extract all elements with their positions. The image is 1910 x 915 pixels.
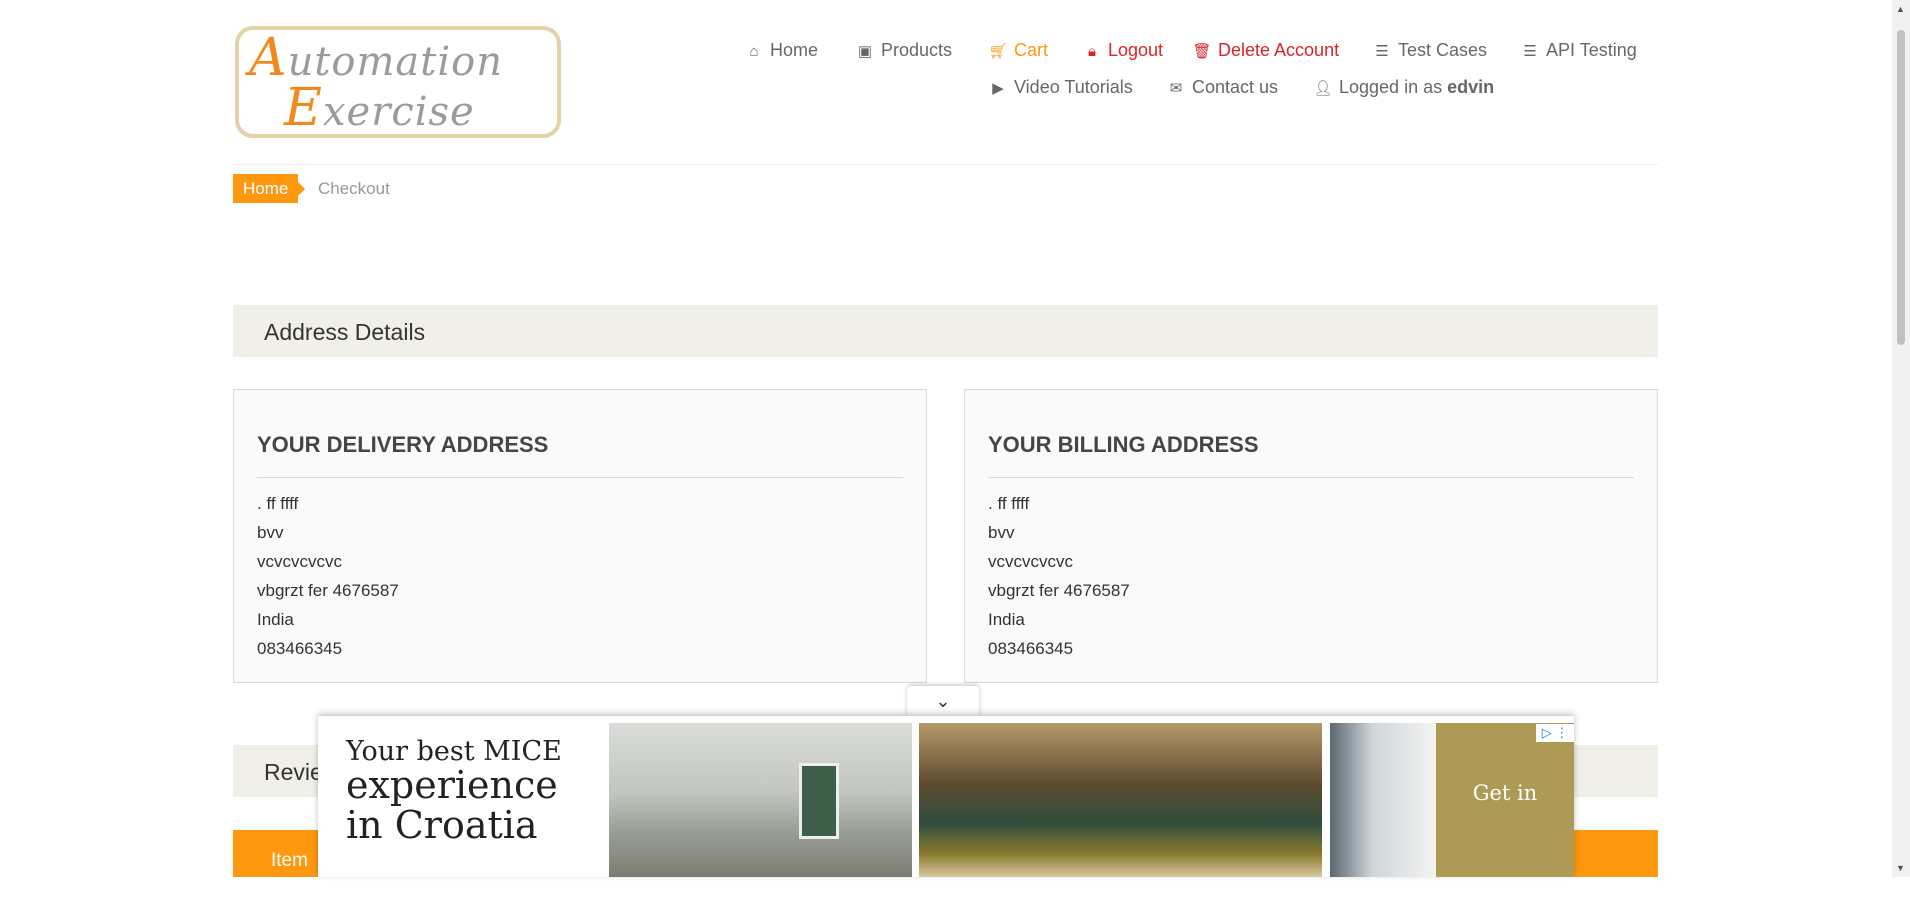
page-scrollbar[interactable]: ▲ ▼ xyxy=(1892,0,1910,877)
address-line: vbgrzt fer 4676587 xyxy=(257,581,399,600)
ad-photo-restaurant xyxy=(919,723,1322,877)
home-icon: ⌂ xyxy=(749,43,759,60)
ad-collapse-button[interactable]: ⌄ xyxy=(907,686,979,716)
divider xyxy=(257,477,903,478)
lock-icon: 🔒︎ xyxy=(1088,43,1096,60)
ad-headline: Your best MICE experience in Croatia xyxy=(346,736,562,848)
address-line: vcvcvcvcvc xyxy=(257,552,342,571)
briefcase-icon: ▣ xyxy=(857,43,873,60)
chevron-down-icon: ⌄ xyxy=(935,691,951,711)
nav-api-testing[interactable]: ☰ API Testing xyxy=(1520,40,1636,61)
delivery-address-title: YOUR DELIVERY ADDRESS xyxy=(257,432,549,457)
column-header-item: Item xyxy=(271,850,308,871)
divider xyxy=(988,477,1634,478)
delivery-address-lines: . ff ffff bvv vcvcvcvcvc vbgrzt fer 4676… xyxy=(257,495,399,669)
logo-line-2: Exercise xyxy=(284,78,475,138)
nav-logout[interactable]: 🔒︎ Logout xyxy=(1082,40,1163,61)
anchor-ad[interactable]: Your best MICE experience in Croatia Get… xyxy=(318,716,1574,913)
scrollbar-thumb[interactable] xyxy=(1897,30,1905,345)
adchoices-icon[interactable]: ▷ ⋮ xyxy=(1536,724,1574,742)
nav-contact-us[interactable]: ✉ Contact us xyxy=(1166,77,1278,98)
trash-icon: 🗑︎ xyxy=(1192,43,1212,60)
site-logo[interactable]: Automation Exercise xyxy=(235,26,561,138)
breadcrumb-home[interactable]: Home xyxy=(233,174,306,203)
nav-cart[interactable]: 🛒︎ Cart xyxy=(988,40,1048,61)
cart-icon: 🛒︎ xyxy=(988,43,1008,60)
ad-cta-button[interactable]: Get in touch xyxy=(1436,723,1574,913)
address-line: India xyxy=(988,610,1025,629)
nav-delete-account[interactable]: 🗑︎ Delete Account xyxy=(1192,40,1339,61)
scroll-down-arrow-icon[interactable]: ▼ xyxy=(1896,863,1905,873)
envelope-icon: ✉ xyxy=(1169,80,1183,97)
logged-in-status: 👤︎ Logged in as edvin xyxy=(1313,77,1495,97)
username: edvin xyxy=(1447,77,1495,97)
address-line: vbgrzt fer 4676587 xyxy=(988,581,1130,600)
header-divider xyxy=(233,164,1658,165)
address-line: . ff ffff xyxy=(988,494,1030,513)
list-icon: ☰ xyxy=(1375,43,1389,60)
billing-address-box: YOUR BILLING ADDRESS . ff ffff bvv vcvcv… xyxy=(964,389,1658,683)
nav-products[interactable]: ▣ Products xyxy=(855,40,952,61)
address-line: 083466345 xyxy=(988,639,1074,658)
address-line: India xyxy=(257,610,294,629)
list-icon: ☰ xyxy=(1523,43,1537,60)
address-details-heading: Address Details xyxy=(233,305,1658,357)
nav-home[interactable]: ⌂ Home xyxy=(744,40,818,61)
breadcrumb-current: Checkout xyxy=(318,179,390,198)
nav-test-cases[interactable]: ☰ Test Cases xyxy=(1372,40,1487,61)
youtube-play-icon: ▶ xyxy=(992,80,1004,97)
delivery-address-box: YOUR DELIVERY ADDRESS . ff ffff bvv vcvc… xyxy=(233,389,927,683)
nav-video-tutorials[interactable]: ▶ Video Tutorials xyxy=(988,77,1133,98)
address-line: 083466345 xyxy=(257,639,343,658)
address-line: . ff ffff xyxy=(257,494,299,513)
user-icon: 👤︎ xyxy=(1313,80,1333,97)
scroll-up-arrow-icon[interactable]: ▲ xyxy=(1896,4,1905,14)
billing-address-lines: . ff ffff bvv vcvcvcvcvc vbgrzt fer 4676… xyxy=(988,495,1130,669)
ad-photo-lounge xyxy=(609,723,912,877)
billing-address-title: YOUR BILLING ADDRESS xyxy=(988,432,1259,457)
ad-photo-terrace xyxy=(1330,723,1436,877)
address-line: bvv xyxy=(257,523,284,542)
address-line: vcvcvcvcvc xyxy=(988,552,1073,571)
address-line: bvv xyxy=(988,523,1015,542)
